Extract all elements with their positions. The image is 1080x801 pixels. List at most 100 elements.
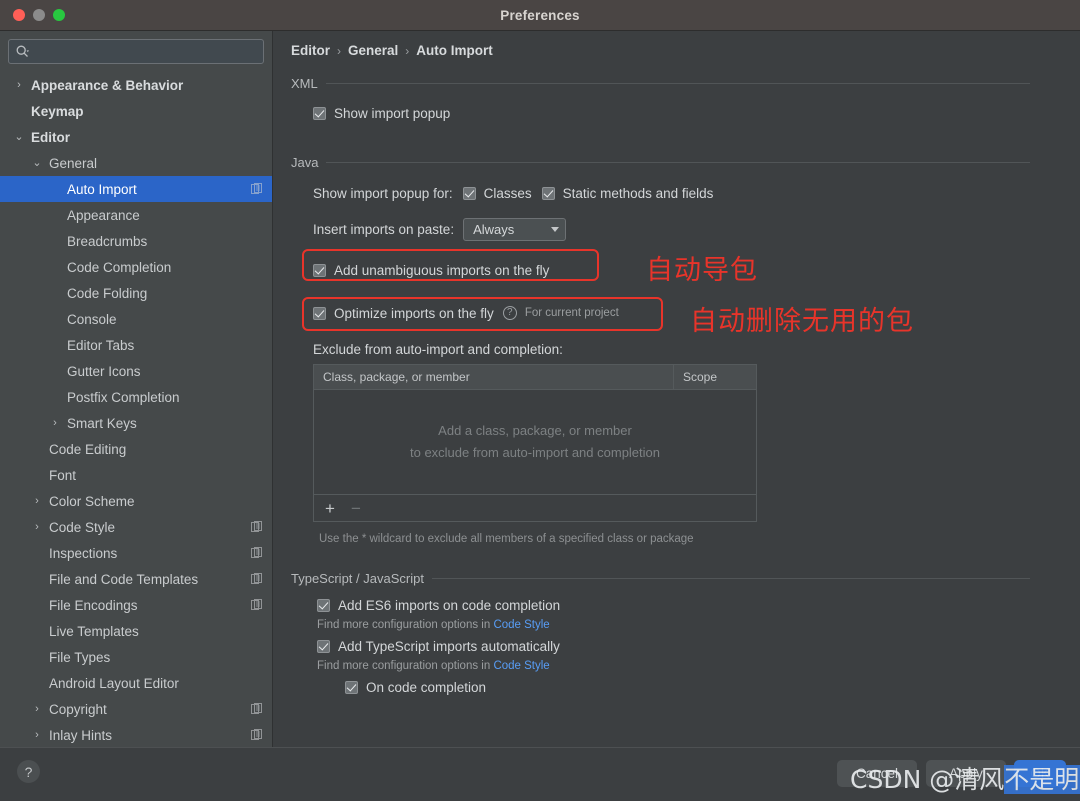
empty-message-line2: to exclude from auto-import and completi… [409,445,660,460]
search-area [0,31,272,70]
es6-config-note: Find more configuration options in Code … [317,619,1080,631]
code-style-link[interactable]: Code Style [493,619,549,631]
chevron-down-icon[interactable]: ⌄ [31,150,43,176]
column-header-class[interactable]: Class, package, or member [314,365,674,389]
help-icon[interactable]: ? [502,306,517,320]
checkbox-icon[interactable] [345,680,358,694]
sidebar-item-breadcrumbs[interactable]: Breadcrumbs [0,228,272,254]
search-box[interactable] [8,39,264,64]
typescript-section-title: TypeScript / JavaScript [291,571,424,586]
chevron-right-icon[interactable]: › [31,514,43,540]
sidebar-item-postfix-completion[interactable]: Postfix Completion [0,384,272,410]
sidebar-item-label: Postfix Completion [67,389,180,405]
sidebar-item-label: Appearance [67,207,140,223]
sidebar-item-label: Android Layout Editor [49,675,179,691]
on-code-completion-label: On code completion [366,679,487,695]
sidebar-item-code-completion[interactable]: Code Completion [0,254,272,280]
divider [326,162,1030,163]
insert-imports-label: Insert imports on paste: [313,221,455,237]
optimize-imports-scope-note: For current project [524,307,619,319]
window-title: Preferences [500,7,580,23]
search-input[interactable] [29,41,229,62]
insert-imports-select[interactable]: Always [463,217,567,241]
sidebar-item-file-encodings[interactable]: File Encodings [0,592,272,618]
annotation-note-remove-unused: 自动删除无用的包 [690,306,914,337]
chevron-down-icon[interactable]: ⌄ [13,124,25,150]
chevron-right-icon[interactable]: › [49,410,61,436]
sidebar-item-editor-tabs[interactable]: Editor Tabs [0,332,272,358]
sidebar-item-smart-keys[interactable]: › Smart Keys [0,410,272,436]
sidebar-item-label: Font [49,467,77,483]
on-code-completion-row[interactable]: On code completion [345,676,1080,698]
sidebar-item-inspections[interactable]: Inspections [0,540,272,566]
sidebar-item-android-layout-editor[interactable]: Android Layout Editor [0,670,272,696]
show-import-popup-for-label: Show import popup for: [313,185,453,201]
sidebar-item-auto-import[interactable]: Auto Import [0,176,272,202]
checkbox-icon[interactable] [313,263,326,277]
chevron-right-icon: › [337,43,341,58]
sidebar-item-color-scheme[interactable]: › Color Scheme [0,488,272,514]
checkbox-icon[interactable] [317,639,330,653]
show-import-popup-checkbox-row[interactable]: Show import popup [313,102,1080,124]
add-typescript-imports-label: Add TypeScript imports automatically [338,638,560,654]
sidebar-item-file-and-code-templates[interactable]: File and Code Templates [0,566,272,592]
sidebar-item-editor[interactable]: ⌄ Editor [0,124,272,150]
ts-config-note-text: Find more configuration options in [317,660,494,672]
sidebar-item-code-folding[interactable]: Code Folding [0,280,272,306]
sidebar-item-console[interactable]: Console [0,306,272,332]
java-section-title: Java [291,155,319,170]
sidebar-item-file-types[interactable]: File Types [0,644,272,670]
sidebar-item-inlay-hints[interactable]: › Inlay Hints [0,722,272,747]
chevron-right-icon[interactable]: › [31,696,43,722]
checkbox-icon[interactable] [313,106,326,120]
sidebar-item-label: File Types [49,649,111,665]
sidebar-item-gutter-icons[interactable]: Gutter Icons [0,358,272,384]
ts-config-note: Find more configuration options in Code … [317,660,1080,672]
sidebar-item-keymap[interactable]: Keymap [0,98,272,124]
sidebar-item-label: Code Completion [67,259,172,275]
sidebar-item-label: Auto Import [67,181,137,197]
sidebar-item-code-editing[interactable]: Code Editing [0,436,272,462]
column-header-scope[interactable]: Scope [674,365,756,389]
add-es6-imports-row[interactable]: Add ES6 imports on code completion [317,594,1080,616]
breadcrumb-editor[interactable]: Editor [291,43,330,58]
show-import-popup-for-row: Show import popup for: Classes Static me… [313,182,1080,204]
xml-section-title: XML [291,76,318,91]
preferences-window: Preferences › Appearance & Behavior Keymap… [0,0,1080,801]
chevron-right-icon[interactable]: › [13,72,25,98]
sidebar-item-appearance[interactable]: Appearance [0,202,272,228]
search-icon [16,45,29,58]
annotation-note-auto-import: 自动导包 [646,255,758,286]
add-typescript-imports-row[interactable]: Add TypeScript imports automatically [317,635,1080,657]
sidebar-item-live-templates[interactable]: Live Templates [0,618,272,644]
project-scope-icon [251,521,263,533]
classes-checkbox-icon[interactable] [462,186,476,200]
exclude-hint: Use the * wildcard to exclude all member… [319,533,694,545]
sidebar-item-copyright[interactable]: › Copyright [0,696,272,722]
sidebar-item-label: Keymap [31,103,84,119]
chevron-right-icon[interactable]: › [31,722,43,747]
xml-section: XML Show import popup [291,76,1080,124]
divider [431,578,1030,579]
sidebar-item-label: Inlay Hints [49,727,113,743]
breadcrumb-general[interactable]: General [348,43,398,58]
watermark-highlight: 不是明月 [1004,765,1080,794]
add-row-button[interactable]: + [325,500,335,517]
help-button[interactable]: ? [17,760,40,783]
settings-content: Editor › General › Auto Import XML Show … [273,31,1080,747]
checkbox-icon[interactable] [317,598,330,612]
code-style-link[interactable]: Code Style [493,660,549,672]
sidebar-item-appearance-behavior[interactable]: › Appearance & Behavior [0,72,272,98]
chevron-right-icon[interactable]: › [31,488,43,514]
sidebar-item-font[interactable]: Font [0,462,272,488]
static-methods-checkbox-icon[interactable] [541,186,555,200]
es6-config-note-text: Find more configuration options in [317,619,494,631]
sidebar-item-code-style[interactable]: › Code Style [0,514,272,540]
sidebar-item-label: Editor [31,129,70,145]
exclude-table-body: Add a class, package, or member to exclu… [314,390,756,494]
sidebar-item-general[interactable]: ⌄ General [0,150,272,176]
checkbox-icon[interactable] [313,306,326,320]
sidebar-item-label: Color Scheme [49,493,135,509]
title-bar: Preferences [0,0,1080,31]
exclude-label: Exclude from auto-import and completion: [313,342,563,357]
